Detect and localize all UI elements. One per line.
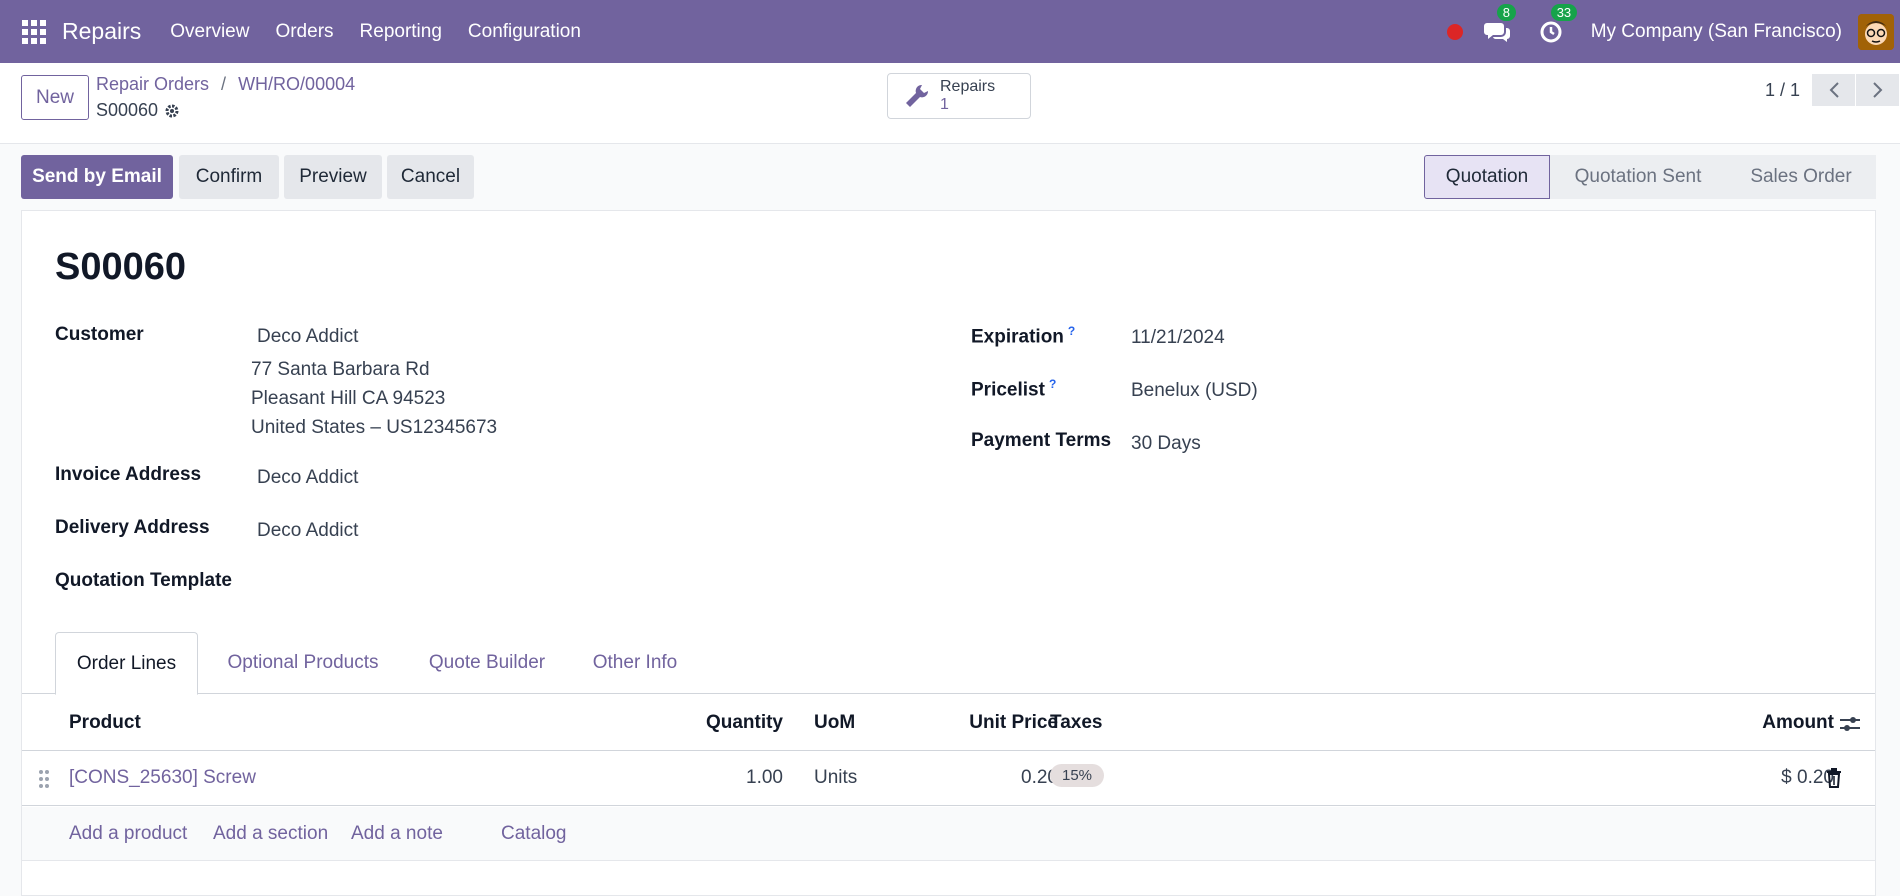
line-quantity[interactable]: 1.00	[683, 767, 783, 789]
stage-quotation[interactable]: Quotation	[1424, 155, 1550, 199]
stage-quotation-sent[interactable]: Quotation Sent	[1550, 155, 1726, 199]
user-avatar-icon	[1858, 13, 1894, 50]
customer-field[interactable]: Deco Addict	[257, 326, 358, 348]
current-record: S00060	[96, 100, 180, 121]
chevron-right-icon	[1872, 82, 1882, 98]
new-button[interactable]: New	[21, 75, 89, 120]
customer-address-line: Pleasant Hill CA 94523	[251, 388, 446, 409]
cancel-button[interactable]: Cancel	[387, 155, 474, 199]
messages-button[interactable]: 8	[1483, 3, 1516, 46]
tax-tag[interactable]: 15%	[1050, 764, 1105, 787]
column-quantity[interactable]: Quantity	[683, 712, 783, 734]
app-brand[interactable]: Repairs	[62, 18, 141, 45]
add-product-link[interactable]: Add a product	[69, 823, 187, 845]
order-title: S00060	[55, 246, 187, 288]
pager: 1 / 1	[1765, 74, 1900, 106]
customer-label: Customer	[55, 324, 144, 345]
tab-quote-builder[interactable]: Quote Builder	[406, 632, 568, 694]
menu-reporting[interactable]: Reporting	[360, 21, 442, 43]
catalog-link[interactable]: Catalog	[501, 823, 567, 845]
tab-other-info[interactable]: Other Info	[576, 632, 694, 694]
trash-icon[interactable]	[1826, 768, 1842, 788]
quotation-template-label: Quotation Template	[55, 570, 232, 591]
breadcrumb-separator: /	[221, 74, 227, 94]
line-unit-price[interactable]: 0.20	[928, 767, 1058, 789]
expiration-field[interactable]: 11/21/2024	[1131, 327, 1225, 349]
tab-optional-products[interactable]: Optional Products	[208, 632, 398, 694]
column-settings-icon[interactable]	[1839, 714, 1861, 734]
line-uom[interactable]: Units	[814, 767, 857, 789]
status-bar: Quotation Quotation Sent Sales Order	[1424, 155, 1876, 199]
pricelist-label: Pricelist?	[971, 377, 1056, 401]
pager-next-button[interactable]	[1856, 74, 1899, 106]
payment-terms-field[interactable]: 30 Days	[1131, 433, 1201, 455]
order-lines-header: Product Quantity UoM Unit Price Taxes Am…	[22, 694, 1875, 751]
send-by-email-button[interactable]: Send by Email	[21, 155, 173, 199]
activities-button[interactable]: 33	[1537, 3, 1578, 46]
column-product[interactable]: Product	[69, 712, 141, 734]
confirm-button[interactable]: Confirm	[179, 155, 279, 199]
menu-orders[interactable]: Orders	[275, 21, 333, 43]
record-name: S00060	[96, 100, 159, 120]
column-amount[interactable]: Amount	[1722, 712, 1834, 734]
stage-sales-order[interactable]: Sales Order	[1726, 155, 1876, 199]
payment-terms-label: Payment Terms	[971, 430, 1112, 451]
delivery-address-field[interactable]: Deco Addict	[257, 520, 358, 542]
help-icon[interactable]: ?	[1068, 324, 1075, 338]
drag-handle-icon[interactable]	[38, 769, 50, 789]
breadcrumb-repair-orders[interactable]: Repair Orders	[96, 74, 209, 95]
top-navbar: Repairs Overview Orders Reporting Config…	[0, 0, 1900, 63]
action-bar: Send by Email Confirm Preview Cancel Quo…	[0, 144, 1900, 210]
delivery-address-label: Delivery Address	[55, 517, 210, 538]
smart-button-value: 1	[940, 96, 949, 113]
line-product[interactable]: [CONS_25630] Screw	[69, 767, 256, 789]
invoice-address-field[interactable]: Deco Addict	[257, 467, 358, 489]
smart-button-label: Repairs	[940, 78, 996, 95]
control-panel: New Repair Orders / WH/RO/00004 S00060 R…	[0, 63, 1900, 144]
chat-icon	[1483, 22, 1510, 42]
pricelist-field[interactable]: Benelux (USD)	[1131, 380, 1258, 402]
clock-icon	[1540, 21, 1562, 42]
line-amount: $ 0.20	[1781, 767, 1834, 788]
messages-count-badge: 8	[1496, 3, 1516, 21]
gear-icon[interactable]	[164, 103, 180, 119]
repairs-smart-button[interactable]: Repairs 1	[887, 73, 1031, 119]
invoice-address-label: Invoice Address	[55, 464, 202, 485]
add-line-row: Add a product Add a section Add a note C…	[22, 807, 1875, 861]
form-sheet: S00060 Customer Deco Addict 77 Santa Bar…	[21, 210, 1876, 896]
table-row[interactable]: [CONS_25630] Screw 1.00 Units 0.20 15% $…	[22, 751, 1875, 806]
expiration-label-text: Expiration	[971, 326, 1064, 348]
user-avatar[interactable]	[1858, 13, 1894, 50]
help-icon[interactable]: ?	[1049, 377, 1056, 391]
apps-menu-icon[interactable]	[22, 19, 46, 44]
menu-overview[interactable]: Overview	[170, 21, 249, 43]
preview-button[interactable]: Preview	[284, 155, 382, 199]
wrench-icon	[906, 84, 929, 107]
pager-previous-button[interactable]	[1812, 74, 1855, 106]
customer-address-line: United States – US12345673	[251, 417, 498, 438]
breadcrumb: Repair Orders / WH/RO/00004	[96, 74, 355, 95]
company-switcher[interactable]: My Company (San Francisco)	[1591, 21, 1842, 43]
pricelist-label-text: Pricelist	[971, 379, 1045, 401]
customer-address-line: 77 Santa Barbara Rd	[251, 359, 430, 380]
chevron-left-icon	[1829, 82, 1839, 98]
column-taxes[interactable]: Taxes	[1050, 712, 1102, 734]
menu-configuration[interactable]: Configuration	[468, 21, 581, 43]
tab-order-lines[interactable]: Order Lines	[55, 632, 198, 695]
add-section-link[interactable]: Add a section	[213, 823, 328, 845]
breadcrumb-repair-order[interactable]: WH/RO/00004	[238, 74, 355, 95]
quotation-template-field[interactable]	[257, 570, 557, 594]
activities-count-badge: 33	[1550, 3, 1578, 21]
add-note-link[interactable]: Add a note	[351, 823, 443, 845]
column-unit-price[interactable]: Unit Price	[928, 712, 1058, 734]
pager-value[interactable]: 1 / 1	[1765, 80, 1800, 101]
recording-indicator-icon[interactable]	[1446, 23, 1463, 40]
notebook-tabs: Order Lines Optional Products Quote Buil…	[22, 632, 1875, 695]
column-uom[interactable]: UoM	[814, 712, 855, 734]
expiration-label: Expiration?	[971, 324, 1075, 348]
